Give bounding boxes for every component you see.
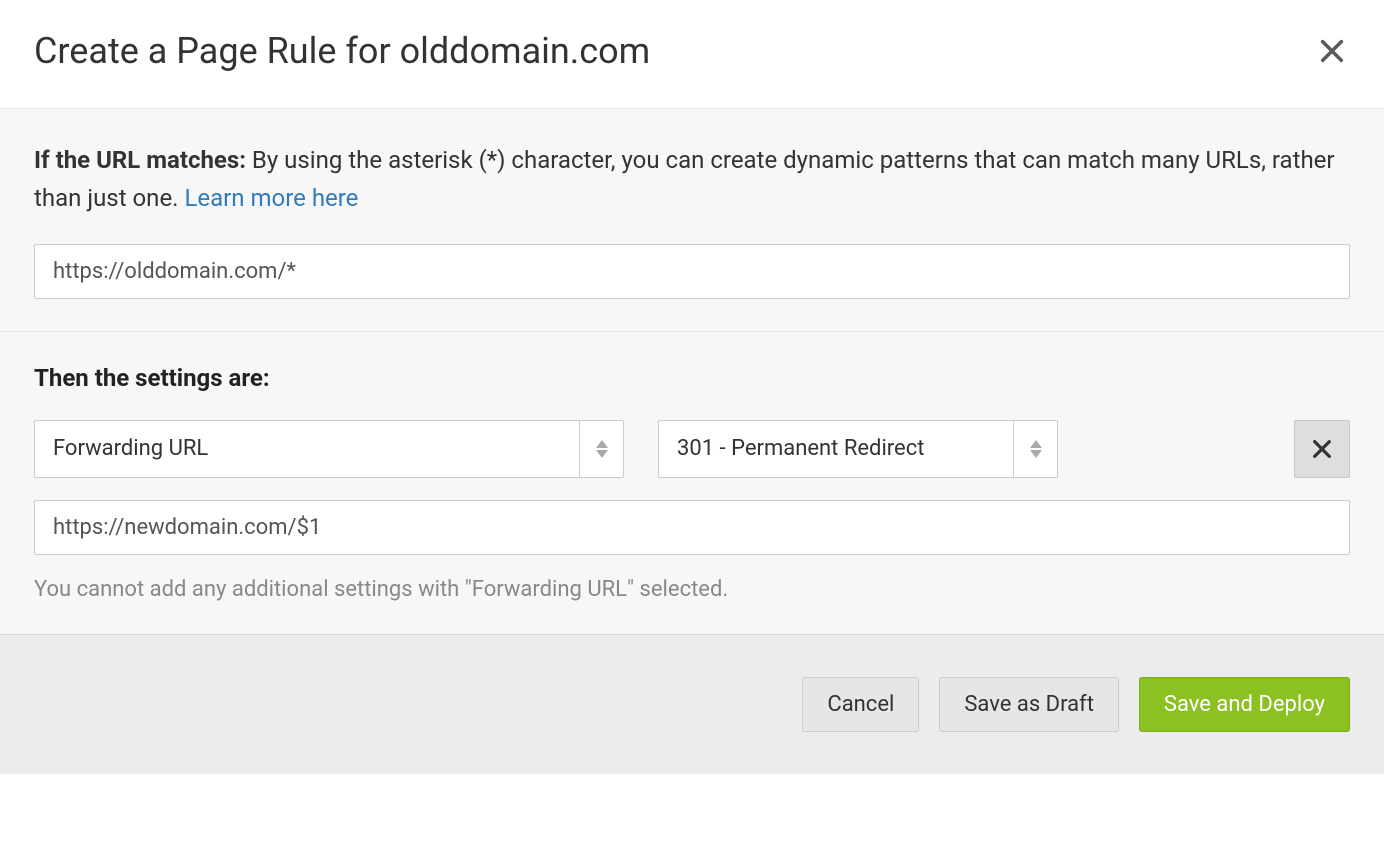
url-pattern-input[interactable] — [34, 244, 1350, 299]
learn-more-link[interactable]: Learn more here — [184, 184, 358, 212]
select-stepper-icon — [1013, 421, 1057, 477]
page-rule-modal: Create a Page Rule for olddomain.com If … — [0, 0, 1384, 774]
url-match-label: If the URL matches: — [34, 146, 246, 174]
settings-section: Then the settings are: Forwarding URL 30… — [0, 332, 1384, 634]
settings-row: Forwarding URL 301 - Permanent Redirect — [34, 420, 1350, 478]
setting-type-value: Forwarding URL — [35, 421, 579, 477]
redirect-type-value: 301 - Permanent Redirect — [659, 421, 1013, 477]
cancel-button[interactable]: Cancel — [802, 677, 919, 732]
settings-note: You cannot add any additional settings w… — [34, 577, 1350, 602]
remove-setting-button[interactable] — [1294, 420, 1350, 478]
close-icon — [1311, 438, 1333, 460]
modal-title: Create a Page Rule for olddomain.com — [34, 30, 650, 72]
url-match-help-text: If the URL matches: By using the asteris… — [34, 141, 1350, 218]
modal-footer: Cancel Save as Draft Save and Deploy — [0, 634, 1384, 774]
close-button[interactable] — [1314, 33, 1350, 69]
modal-header: Create a Page Rule for olddomain.com — [0, 0, 1384, 109]
select-stepper-icon — [579, 421, 623, 477]
redirect-type-select[interactable]: 301 - Permanent Redirect — [658, 420, 1058, 478]
save-draft-button[interactable]: Save as Draft — [939, 677, 1119, 732]
url-match-section: If the URL matches: By using the asteris… — [0, 109, 1384, 332]
settings-heading: Then the settings are: — [34, 364, 1350, 392]
close-icon — [1318, 37, 1346, 65]
setting-type-select[interactable]: Forwarding URL — [34, 420, 624, 478]
spacer — [1092, 420, 1260, 478]
destination-url-input[interactable] — [34, 500, 1350, 555]
save-deploy-button[interactable]: Save and Deploy — [1139, 677, 1350, 732]
